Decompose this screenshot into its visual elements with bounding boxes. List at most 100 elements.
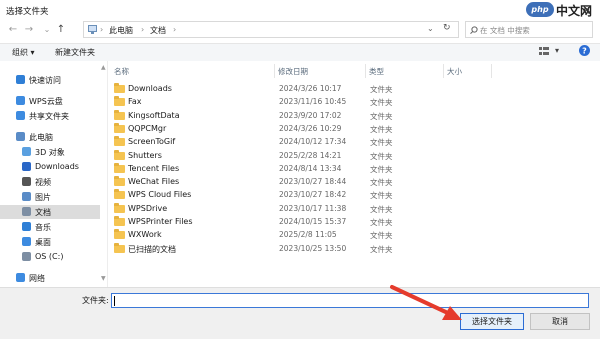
file-name: WPS Cloud Files xyxy=(128,190,192,200)
annotation-arrow xyxy=(390,285,462,320)
table-row[interactable]: WPS Cloud Files 2023/10/27 18:42 文件夹 xyxy=(110,189,490,202)
folder-icon xyxy=(114,109,125,120)
watermark-php-badge: php xyxy=(526,2,554,17)
file-name: Fax xyxy=(128,97,142,107)
sidebar-item-label: 图片 xyxy=(35,193,51,202)
star-icon xyxy=(16,75,25,84)
file-type: 文件夹 xyxy=(370,111,393,121)
navigation-scrollbar[interactable]: ▲ ▼ xyxy=(100,61,108,287)
breadcrumb-this-pc[interactable]: 此电脑 xyxy=(109,25,133,36)
file-date: 2025/2/28 14:21 xyxy=(279,150,342,160)
sidebar-item-label: 此电脑 xyxy=(29,133,53,142)
file-type: 文件夹 xyxy=(370,231,393,241)
folder-icon xyxy=(114,202,125,213)
desktop-icon xyxy=(22,237,31,246)
sidebar-item-download[interactable]: Downloads xyxy=(0,160,100,174)
sidebar-item-network[interactable]: 网络 xyxy=(0,271,100,285)
help-icon[interactable]: ? xyxy=(579,45,590,56)
video-icon xyxy=(22,177,31,186)
table-row[interactable]: Tencent Files 2024/8/14 13:34 文件夹 xyxy=(110,162,490,176)
file-date: 2024/3/26 10:29 xyxy=(279,123,342,133)
sidebar-item-star[interactable]: 快速访问 xyxy=(0,73,100,87)
table-row[interactable]: WXWork 2025/2/8 11:05 文件夹 xyxy=(110,229,490,242)
folder-icon xyxy=(114,216,125,226)
file-type: 文件夹 xyxy=(370,244,393,254)
breadcrumb-documents[interactable]: 文档 xyxy=(150,25,166,36)
folder-name-input[interactable] xyxy=(111,293,589,308)
breadcrumb-separator: › xyxy=(141,25,145,34)
sidebar-item-video[interactable]: 视频 xyxy=(0,175,100,189)
table-row[interactable]: WPSDrive 2023/10/17 11:38 文件夹 xyxy=(110,202,490,216)
forward-arrow-icon[interactable]: → xyxy=(22,23,36,37)
sidebar-item-label: 网络 xyxy=(29,274,45,283)
file-type: 文件夹 xyxy=(370,191,393,201)
cube-icon xyxy=(22,147,31,156)
view-dropdown-icon[interactable]: ▾ xyxy=(555,46,559,55)
sidebar-item-drive[interactable]: OS (C:) xyxy=(0,250,100,264)
column-divider[interactable] xyxy=(491,64,492,78)
sidebar-item-picture[interactable]: 图片 xyxy=(0,190,100,204)
search-input[interactable]: 在 文档 中搜索 xyxy=(465,21,593,38)
table-row[interactable]: KingsoftData 2023/9/20 17:02 文件夹 xyxy=(110,109,490,123)
file-date: 2023/10/27 18:44 xyxy=(279,177,347,187)
file-name: KingsoftData xyxy=(128,110,180,120)
download-icon xyxy=(22,162,31,171)
view-options-icon[interactable] xyxy=(539,47,549,56)
close-icon[interactable]: ✕ xyxy=(578,2,596,18)
sidebar-item-shared-folder[interactable]: 共享文件夹 xyxy=(0,109,100,123)
sidebar-item-label: 音乐 xyxy=(35,223,51,232)
computer-icon xyxy=(88,25,97,34)
file-date: 2024/8/14 13:34 xyxy=(279,163,342,173)
sidebar-item-cloud[interactable]: WPS云盘 xyxy=(0,94,100,108)
table-row[interactable]: WeChat Files 2023/10/27 18:44 文件夹 xyxy=(110,176,490,189)
sidebar-item-document[interactable]: 文档 xyxy=(0,205,100,219)
file-name: Shutters xyxy=(128,150,162,160)
table-row[interactable]: Downloads 2024/3/26 10:17 文件夹 xyxy=(110,83,490,96)
scroll-down-icon[interactable]: ▼ xyxy=(101,275,106,282)
network-icon xyxy=(16,273,25,282)
back-arrow-icon[interactable]: ← xyxy=(6,23,20,37)
sidebar-item-cube[interactable]: 3D 对象 xyxy=(0,145,100,159)
up-arrow-icon[interactable]: ↑ xyxy=(54,23,68,37)
annotation-arrow-shaft xyxy=(390,285,452,316)
table-row[interactable]: 已扫描的文档 2023/10/25 13:50 文件夹 xyxy=(110,242,490,256)
refresh-icon[interactable]: ↻ xyxy=(443,23,451,33)
address-bar[interactable]: › 此电脑 › 文档 › ⌄ ↻ xyxy=(83,21,459,38)
column-header-size[interactable]: 大小 xyxy=(447,66,462,77)
text-cursor xyxy=(114,296,115,306)
column-header-date[interactable]: 修改日期 xyxy=(278,66,308,77)
sidebar-item-label: OS (C:) xyxy=(35,252,64,261)
column-divider[interactable] xyxy=(274,64,275,78)
column-divider[interactable] xyxy=(443,64,444,78)
file-type: 文件夹 xyxy=(370,204,393,214)
table-row[interactable]: QQPCMgr 2024/3/26 10:29 文件夹 xyxy=(110,122,490,136)
organize-button[interactable]: 组织 ▾ xyxy=(12,47,35,58)
file-type: 文件夹 xyxy=(370,164,393,174)
folder-icon xyxy=(114,189,125,200)
sidebar-item-music[interactable]: 音乐 xyxy=(0,220,100,234)
column-header-name[interactable]: 名称 xyxy=(114,66,129,77)
column-divider[interactable] xyxy=(365,64,366,78)
table-row[interactable]: Shutters 2025/2/28 14:21 文件夹 xyxy=(110,149,490,163)
file-date: 2025/2/8 11:05 xyxy=(279,230,337,240)
folder-icon xyxy=(114,242,125,253)
sidebar-item-computer[interactable]: 此电脑 xyxy=(0,130,100,144)
breadcrumb-separator: › xyxy=(100,25,104,34)
search-placeholder: 在 文档 中搜索 xyxy=(480,26,530,35)
table-row[interactable]: WPSPrinter Files 2024/10/15 15:37 文件夹 xyxy=(110,216,490,229)
table-row[interactable]: Fax 2023/11/16 10:45 文件夹 xyxy=(110,96,490,109)
shared-folder-icon xyxy=(16,111,25,120)
chevron-down-icon[interactable]: ⌄ xyxy=(40,23,54,37)
address-dropdown-icon[interactable]: ⌄ xyxy=(427,24,434,33)
file-type: 文件夹 xyxy=(370,85,393,94)
column-header-type[interactable]: 类型 xyxy=(369,66,384,77)
sidebar-item-label: 文档 xyxy=(35,208,51,217)
new-folder-button[interactable]: 新建文件夹 xyxy=(55,47,95,58)
sidebar-item-desktop[interactable]: 桌面 xyxy=(0,235,100,249)
breadcrumb-separator: › xyxy=(173,25,177,34)
file-name: QQPCMgr xyxy=(128,123,167,133)
table-row[interactable]: ScreenToGif 2024/10/12 17:34 文件夹 xyxy=(110,136,490,149)
cancel-button[interactable]: 取消 xyxy=(530,313,590,330)
file-date: 2024/10/15 15:37 xyxy=(279,217,347,226)
scroll-up-icon[interactable]: ▲ xyxy=(101,64,106,71)
